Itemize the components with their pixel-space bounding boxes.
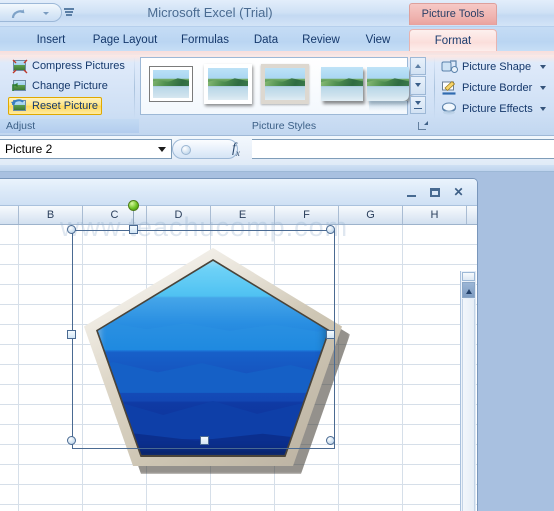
column-header-a[interactable]: A	[0, 206, 19, 224]
formula-bar-base	[0, 165, 554, 171]
workbook-close-button[interactable]: ✕	[450, 185, 467, 200]
workbook-minimize-button[interactable]	[404, 185, 421, 200]
scroll-up-button[interactable]	[462, 282, 475, 298]
handle-bottom-left[interactable]	[67, 436, 76, 445]
picture-shape-label: Picture Shape	[462, 61, 532, 73]
handle-top-right[interactable]	[326, 225, 335, 234]
title-bar: Microsoft Excel (Trial) Picture Tools	[0, 0, 554, 28]
picture-border-button[interactable]: Picture Border	[440, 78, 550, 98]
column-header-h[interactable]: H	[403, 206, 467, 224]
column-header-row: A B C D E F G H	[0, 206, 477, 225]
column-header-b[interactable]: B	[19, 206, 83, 224]
picture-border-label: Picture Border	[462, 82, 533, 94]
ribbon-tab-strip: Insert Page Layout Formulas Data Review …	[0, 26, 554, 53]
tab-review[interactable]: Review	[294, 29, 348, 53]
change-picture-button[interactable]: Change Picture	[8, 77, 112, 95]
expand-formula-bar-icon	[181, 145, 191, 155]
column-header-f[interactable]: F	[275, 206, 339, 224]
ribbon-group-adjust: Compress Pictures Change Picture Reset P…	[0, 55, 139, 133]
column-header-e[interactable]: E	[211, 206, 275, 224]
selection-bounding-box	[72, 230, 335, 449]
picture-shape-button[interactable]: Picture Shape	[440, 57, 550, 77]
chevron-down-icon[interactable]	[540, 86, 546, 90]
column-header-g[interactable]: G	[339, 206, 403, 224]
picture-style-item[interactable]	[367, 67, 409, 111]
picture-effects-icon	[441, 101, 458, 117]
rotation-handle[interactable]	[128, 200, 139, 211]
compress-pictures-button[interactable]: Compress Pictures	[8, 57, 129, 75]
gallery-scroll-buttons	[410, 57, 426, 115]
picture-style-item[interactable]	[321, 67, 363, 101]
picture-border-icon	[441, 80, 458, 96]
picture-style-item[interactable]	[149, 66, 193, 102]
group-separator	[134, 57, 135, 119]
scrollbar-track[interactable]	[462, 299, 475, 511]
gallery-scroll-up-button[interactable]	[410, 57, 426, 76]
reset-picture-icon	[11, 98, 28, 114]
excel-application-window: Microsoft Excel (Trial) Picture Tools In…	[0, 0, 554, 511]
tab-format[interactable]: Format	[409, 29, 497, 53]
picture-styles-dialog-launcher-icon[interactable]	[417, 121, 428, 132]
workbook-restore-button[interactable]	[427, 185, 444, 200]
compress-pictures-icon	[12, 59, 28, 74]
ribbon-group-picture-commands: Picture Shape Picture Border Picture Eff…	[436, 55, 554, 133]
reset-picture-button[interactable]: Reset Picture	[8, 97, 103, 115]
picture-style-item[interactable]	[261, 64, 309, 104]
workbook-title-bar: ✕	[0, 179, 477, 206]
name-box[interactable]: Picture 2	[0, 139, 172, 159]
group-separator	[434, 57, 435, 119]
contextual-tab-title: Picture Tools	[409, 3, 497, 25]
formula-bar-expand-button[interactable]	[172, 139, 238, 159]
name-box-dropdown-icon[interactable]	[158, 147, 166, 152]
formula-bar-area: Picture 2 fx	[0, 136, 554, 172]
compress-pictures-label: Compress Pictures	[32, 60, 125, 72]
chevron-down-icon[interactable]	[540, 107, 546, 111]
handle-top-left[interactable]	[67, 225, 76, 234]
gallery-more-button[interactable]	[410, 95, 426, 114]
split-box[interactable]	[462, 272, 475, 281]
vertical-scrollbar[interactable]	[460, 271, 476, 511]
ribbon: Compress Pictures Change Picture Reset P…	[0, 51, 554, 136]
picture-effects-button[interactable]: Picture Effects	[440, 99, 550, 119]
column-header-d[interactable]: D	[147, 206, 211, 224]
handle-bottom-right[interactable]	[326, 436, 335, 445]
picture-shape-icon	[441, 59, 458, 75]
tab-formulas[interactable]: Formulas	[172, 29, 238, 53]
gallery-scroll-down-button[interactable]	[410, 76, 426, 95]
tab-insert[interactable]: Insert	[26, 29, 76, 53]
chevron-down-icon[interactable]	[540, 65, 546, 69]
application-title: Microsoft Excel (Trial)	[147, 5, 273, 20]
change-picture-icon	[12, 79, 28, 94]
insert-function-icon[interactable]: fx	[232, 141, 240, 158]
picture-effects-label: Picture Effects	[462, 103, 533, 115]
tab-page-layout[interactable]: Page Layout	[84, 29, 166, 53]
picture-object[interactable]	[67, 200, 356, 474]
ribbon-group-picture-styles: Picture Styles	[136, 55, 432, 133]
picture-style-item[interactable]	[204, 64, 252, 104]
picture-styles-gallery[interactable]	[140, 57, 409, 115]
handle-middle-left[interactable]	[67, 330, 76, 339]
ribbon-group-picture-styles-label: Picture Styles	[251, 120, 317, 132]
handle-top-center[interactable]	[129, 225, 138, 234]
handle-bottom-center[interactable]	[200, 436, 209, 445]
handle-middle-right[interactable]	[326, 330, 335, 339]
change-picture-label: Change Picture	[32, 80, 108, 92]
reset-picture-label: Reset Picture	[32, 100, 99, 112]
formula-input[interactable]	[252, 139, 554, 159]
tab-data[interactable]: Data	[244, 29, 288, 53]
tab-view[interactable]: View	[356, 29, 400, 53]
ribbon-group-adjust-label: Adjust	[0, 119, 139, 133]
